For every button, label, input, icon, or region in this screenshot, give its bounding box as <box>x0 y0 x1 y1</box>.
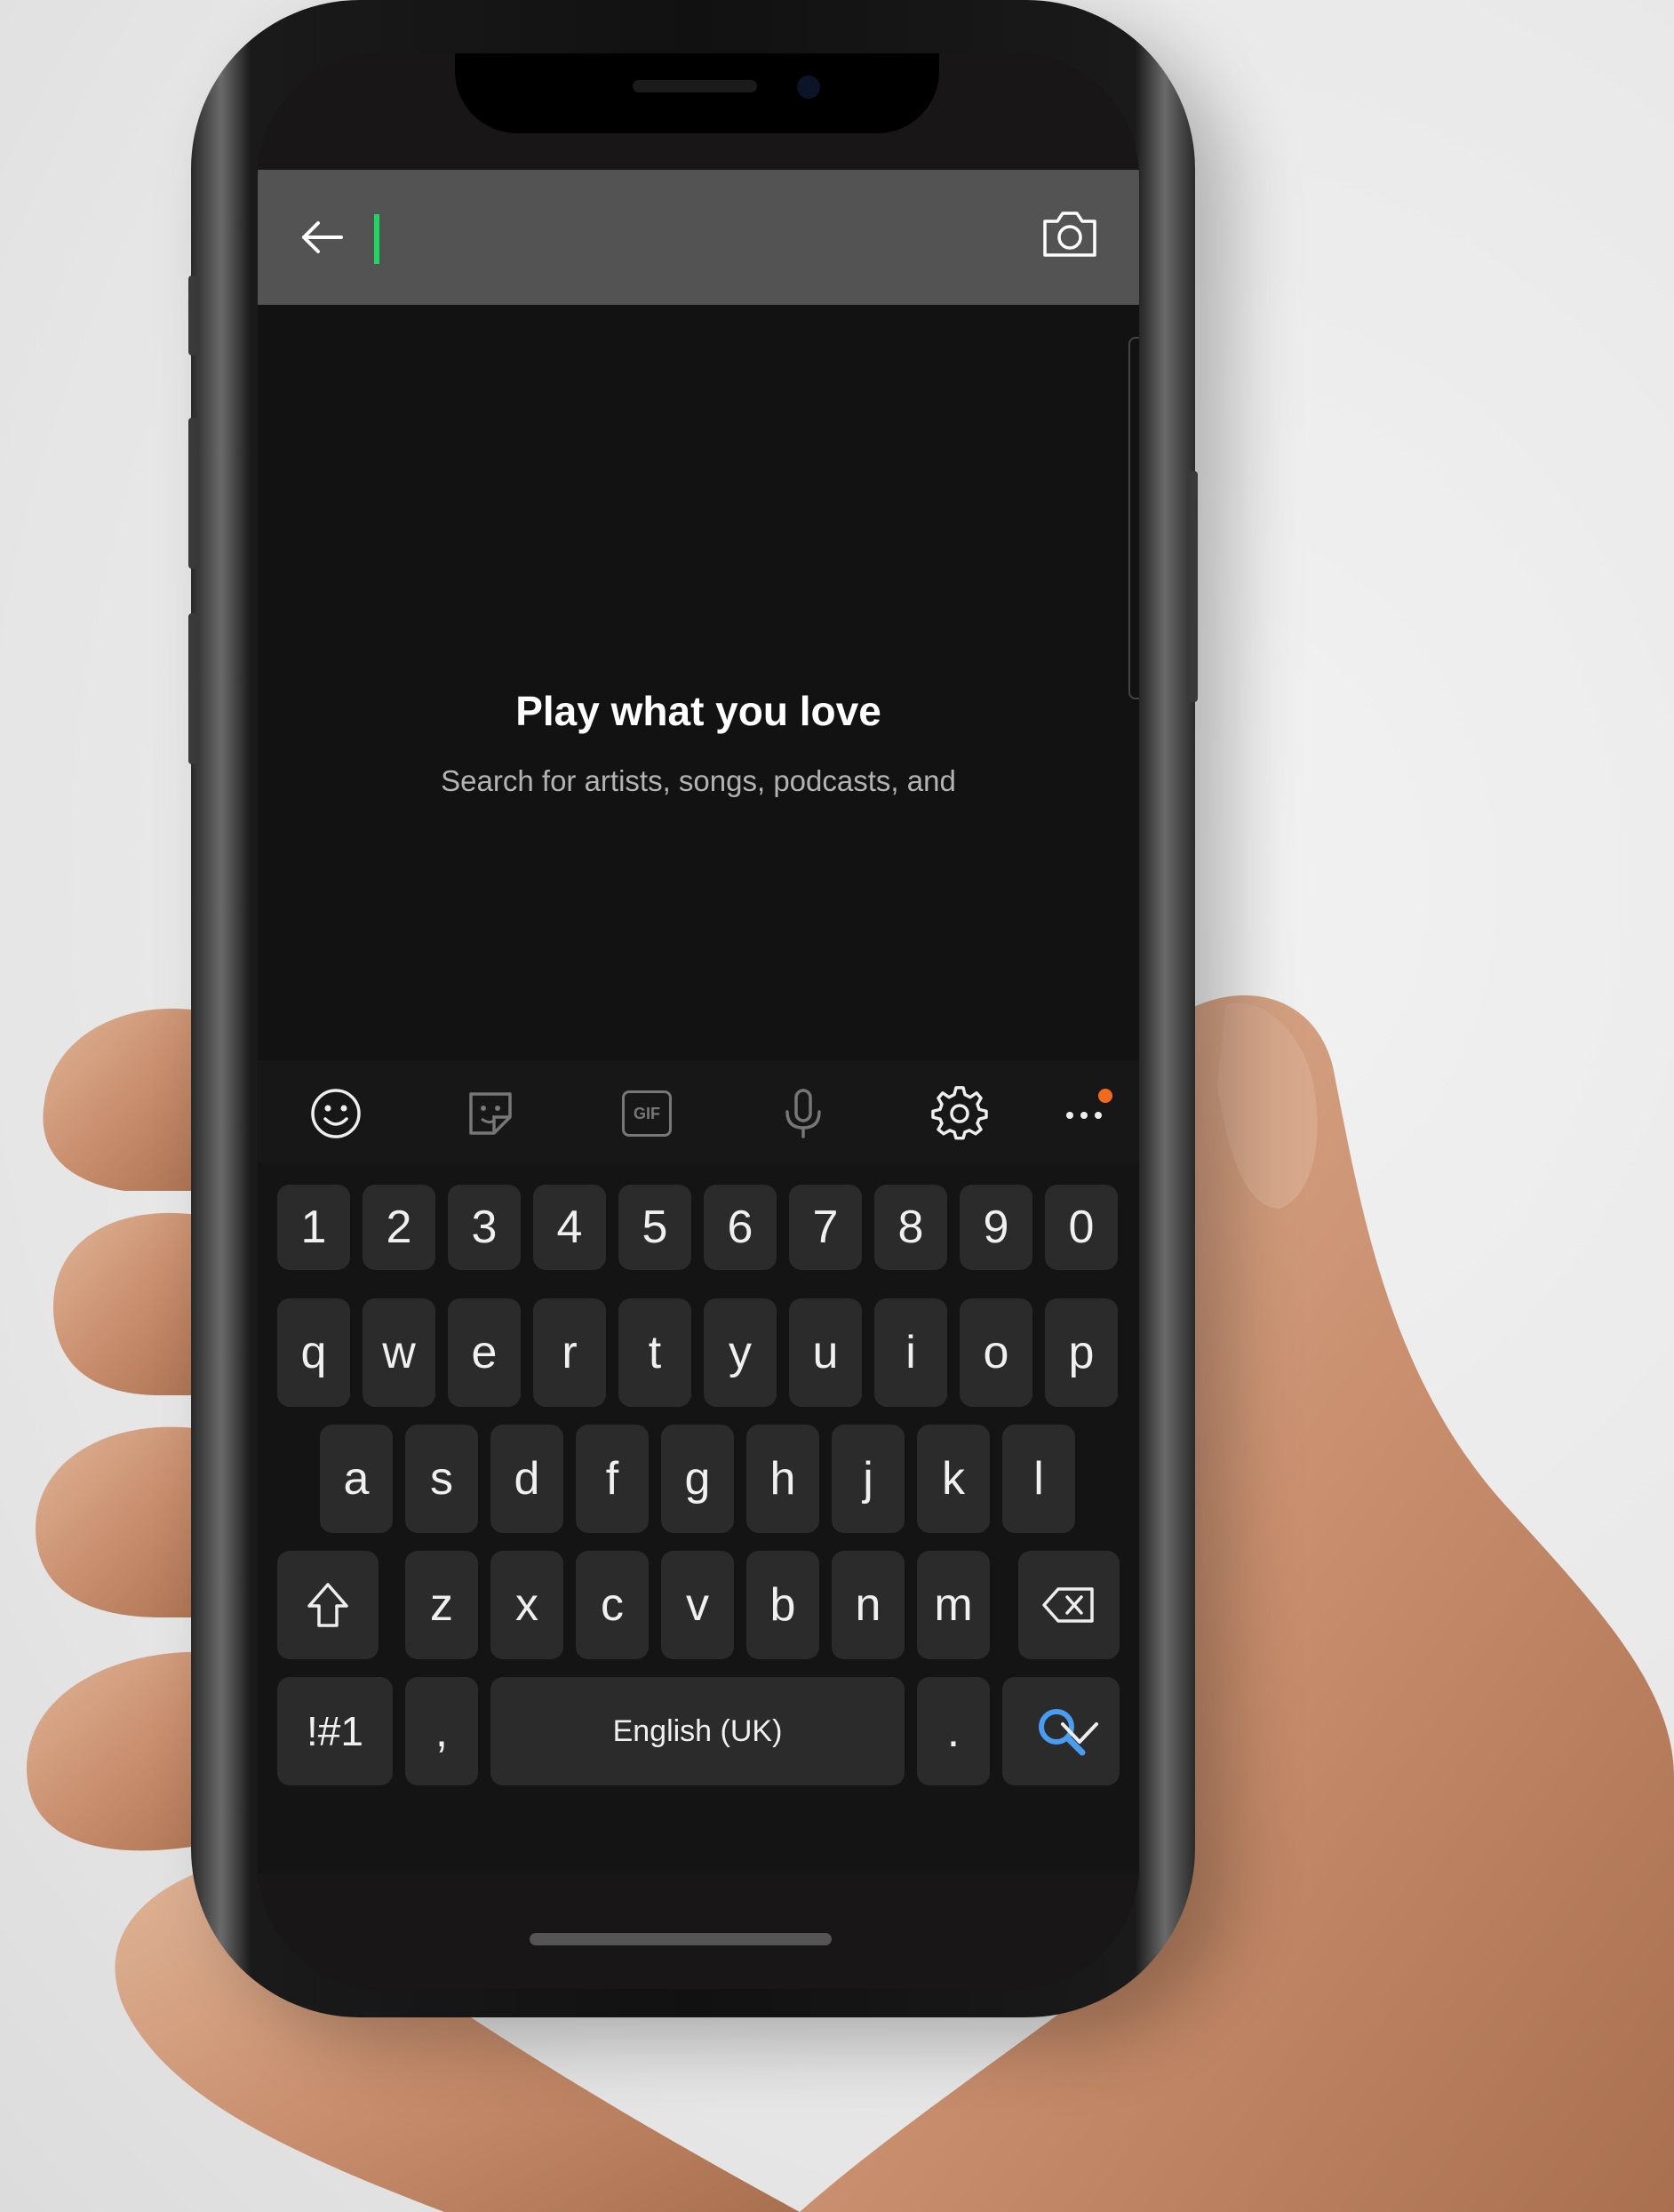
key-t[interactable]: t <box>618 1298 691 1407</box>
period-key[interactable]: . <box>917 1677 990 1785</box>
key-r[interactable]: r <box>533 1298 606 1407</box>
notch <box>455 53 939 133</box>
key-7[interactable]: 7 <box>789 1185 862 1270</box>
key-5[interactable]: 5 <box>618 1185 691 1270</box>
emoji-icon[interactable] <box>307 1085 364 1142</box>
volume-down-button <box>188 613 197 764</box>
key-h[interactable]: h <box>746 1425 819 1533</box>
key-q[interactable]: q <box>277 1298 350 1407</box>
key-8[interactable]: 8 <box>874 1185 947 1270</box>
key-l[interactable]: l <box>1002 1425 1075 1533</box>
mute-switch <box>188 276 197 355</box>
key-2[interactable]: 2 <box>363 1185 435 1270</box>
phone-screen: Play what you love Search for artists, s… <box>258 53 1139 1989</box>
key-v[interactable]: v <box>661 1551 734 1659</box>
settings-gear-icon[interactable] <box>931 1085 988 1142</box>
shift-key[interactable] <box>277 1551 379 1659</box>
key-j[interactable]: j <box>832 1425 905 1533</box>
key-o[interactable]: o <box>960 1298 1032 1407</box>
microphone-icon[interactable] <box>775 1085 832 1142</box>
key-y[interactable]: y <box>704 1298 777 1407</box>
gif-icon[interactable]: GIF <box>618 1085 675 1142</box>
hide-keyboard-chevron-icon[interactable] <box>1057 1715 1102 1751</box>
on-screen-keyboard: GIF 1 2 3 4 5 6 7 8 9 0 q w e r t y u i … <box>258 1060 1139 1892</box>
earpiece-speaker <box>633 80 757 92</box>
key-w[interactable]: w <box>363 1298 435 1407</box>
key-d[interactable]: d <box>490 1425 563 1533</box>
key-6[interactable]: 6 <box>704 1185 777 1270</box>
backspace-key[interactable] <box>1018 1551 1120 1659</box>
key-1[interactable]: 1 <box>277 1185 350 1270</box>
gif-label: GIF <box>622 1090 672 1137</box>
search-bar <box>258 170 1139 305</box>
notification-badge <box>1098 1089 1112 1103</box>
home-indicator[interactable] <box>530 1933 832 1945</box>
key-m[interactable]: m <box>917 1551 990 1659</box>
scrollbar[interactable] <box>1128 337 1139 699</box>
bottom-bar <box>258 1873 1139 1989</box>
key-e[interactable]: e <box>448 1298 521 1407</box>
key-9[interactable]: 9 <box>960 1185 1032 1270</box>
shift-arrow-icon <box>307 1583 348 1627</box>
key-n[interactable]: n <box>832 1551 905 1659</box>
text-cursor <box>374 214 379 264</box>
key-0[interactable]: 0 <box>1045 1185 1118 1270</box>
key-3[interactable]: 3 <box>448 1185 521 1270</box>
key-g[interactable]: g <box>661 1425 734 1533</box>
search-input[interactable] <box>391 205 928 271</box>
power-button <box>1189 471 1198 702</box>
key-s[interactable]: s <box>405 1425 478 1533</box>
camera-icon[interactable] <box>1040 209 1100 260</box>
key-u[interactable]: u <box>789 1298 862 1407</box>
volume-up-button <box>188 418 197 569</box>
space-bar[interactable]: English (UK) <box>490 1677 905 1785</box>
key-i[interactable]: i <box>874 1298 947 1407</box>
key-z[interactable]: z <box>405 1551 478 1659</box>
empty-state-title: Play what you love <box>515 688 881 734</box>
keyboard-toolbar: GIF <box>258 1060 1139 1162</box>
key-x[interactable]: x <box>490 1551 563 1659</box>
back-arrow-icon[interactable] <box>295 214 348 260</box>
key-b[interactable]: b <box>746 1551 819 1659</box>
key-4[interactable]: 4 <box>533 1185 606 1270</box>
key-k[interactable]: k <box>917 1425 990 1533</box>
key-a[interactable]: a <box>320 1425 393 1533</box>
sticker-icon[interactable] <box>462 1085 519 1142</box>
empty-state-subtitle: Search for artists, songs, podcasts, and <box>441 764 956 797</box>
key-c[interactable]: c <box>576 1551 649 1659</box>
symbols-key[interactable]: !#1 <box>277 1677 393 1785</box>
key-f[interactable]: f <box>576 1425 649 1533</box>
comma-key[interactable]: , <box>405 1677 478 1785</box>
backspace-icon <box>1042 1587 1094 1623</box>
front-camera <box>797 76 820 99</box>
key-p[interactable]: p <box>1045 1298 1118 1407</box>
